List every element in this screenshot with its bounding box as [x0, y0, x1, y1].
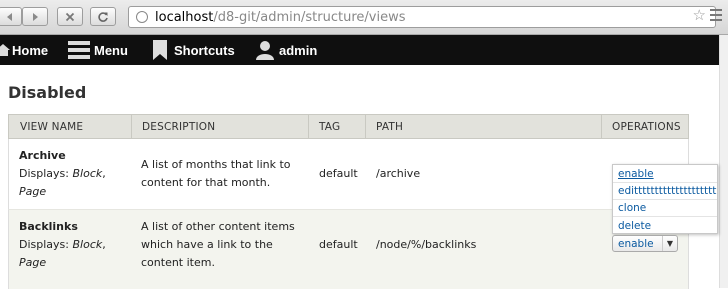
menu-divider — [613, 216, 717, 217]
page-scrollbar[interactable] — [719, 35, 728, 288]
menu-icon — [68, 41, 90, 59]
description-line: A list of other content items — [141, 220, 295, 233]
forward-arrow-icon — [33, 12, 38, 21]
display-page: Page — [19, 256, 47, 269]
description-cell: A list of other content items which have… — [141, 218, 295, 272]
description-line: content item. — [141, 256, 215, 269]
bookmark-star-icon[interactable]: ☆ — [693, 8, 706, 23]
header-divider — [131, 115, 132, 139]
back-button[interactable] — [0, 7, 22, 26]
menu-item-delete[interactable]: delete — [618, 220, 651, 232]
menu-item-edit[interactable]: editttttttttttttttttttt — [618, 185, 716, 197]
toolbar-home[interactable]: Home — [0, 35, 48, 65]
description-line: A list of months that link to — [141, 158, 291, 171]
menu-item-enable[interactable]: enable — [618, 168, 654, 180]
displays-prefix: Displays: — [19, 238, 73, 251]
address-bar[interactable]: localhost/d8-git/admin/structure/views — [128, 6, 716, 28]
col-path[interactable]: PATH — [376, 115, 403, 140]
col-operations: OPERATIONS — [612, 121, 681, 133]
col-tag[interactable]: TAG — [319, 115, 340, 140]
tag-cell: default — [319, 238, 358, 251]
admin-toolbar: Home Menu Shortcuts admin — [0, 35, 720, 65]
path-cell: /node/%/backlinks — [376, 238, 477, 251]
toolbar-home-label: Home — [12, 42, 49, 58]
view-name-cell: Archive Displays: Block, Page — [19, 147, 106, 201]
browser-menu-icon[interactable] — [710, 9, 722, 24]
view-displays: Displays: Block, — [19, 165, 106, 183]
description-cell: A list of months that link to content fo… — [141, 156, 291, 192]
display-separator: , — [102, 238, 106, 251]
display-block: Block — [72, 238, 103, 251]
reload-button[interactable] — [90, 7, 116, 26]
view-name-cell: Backlinks Displays: Block, Page — [19, 218, 106, 272]
display-block: Block — [72, 167, 103, 180]
header-divider — [365, 115, 366, 139]
operations-menu: enable editttttttttttttttttttt clone del… — [612, 164, 718, 234]
home-icon — [0, 44, 10, 56]
toolbar-user-label: admin — [279, 42, 318, 58]
reload-icon — [98, 11, 108, 22]
toolbar-menu-label: Menu — [94, 42, 128, 58]
menu-divider — [613, 199, 717, 200]
menu-divider — [613, 182, 717, 183]
displays-prefix: Displays: — [19, 167, 73, 180]
toolbar-user[interactable]: admin — [256, 35, 317, 65]
view-name: Backlinks — [19, 220, 78, 233]
url-host: localhost — [155, 9, 214, 25]
url-path: /d8-git/admin/structure/views — [213, 9, 406, 25]
header-divider — [308, 115, 309, 139]
operations-button-label[interactable]: enable — [613, 238, 662, 250]
description-line: which have a link to the — [141, 238, 273, 251]
view-name: Archive — [19, 149, 66, 162]
path-cell: /archive — [376, 167, 421, 180]
col-description[interactable]: DESCRIPTION — [142, 115, 215, 140]
col-view-name[interactable]: VIEW NAME — [20, 115, 83, 140]
menu-item-clone[interactable]: clone — [618, 202, 646, 214]
toolbar-shortcuts[interactable]: Shortcuts — [152, 35, 235, 65]
table-row: Backlinks Displays: Block, Page A list o… — [8, 209, 689, 289]
browser-chrome: localhost/d8-git/admin/structure/views ☆ — [0, 0, 728, 35]
bookmark-icon — [153, 40, 167, 60]
back-arrow-icon — [7, 12, 12, 21]
display-page: Page — [19, 185, 47, 198]
view-displays: Displays: Block, — [19, 236, 106, 254]
table-row: Archive Displays: Block, Page A list of … — [8, 139, 689, 209]
tag-cell: default — [319, 167, 358, 180]
description-line: content for that month. — [141, 176, 271, 189]
table-header: VIEW NAME DESCRIPTION TAG PATH OPERATION… — [8, 114, 689, 139]
header-divider — [601, 115, 602, 139]
toolbar-menu[interactable]: Menu — [68, 35, 128, 65]
forward-button[interactable] — [22, 7, 48, 26]
chevron-down-icon[interactable]: ▼ — [662, 236, 677, 251]
operations-dropbutton[interactable]: enable ▼ — [612, 235, 678, 252]
user-icon — [256, 41, 274, 60]
stop-button[interactable] — [57, 7, 83, 26]
section-title: Disabled — [8, 83, 87, 102]
close-icon — [65, 12, 75, 21]
toolbar-shortcuts-label: Shortcuts — [174, 42, 235, 58]
globe-icon — [136, 11, 148, 23]
display-separator: , — [102, 167, 106, 180]
